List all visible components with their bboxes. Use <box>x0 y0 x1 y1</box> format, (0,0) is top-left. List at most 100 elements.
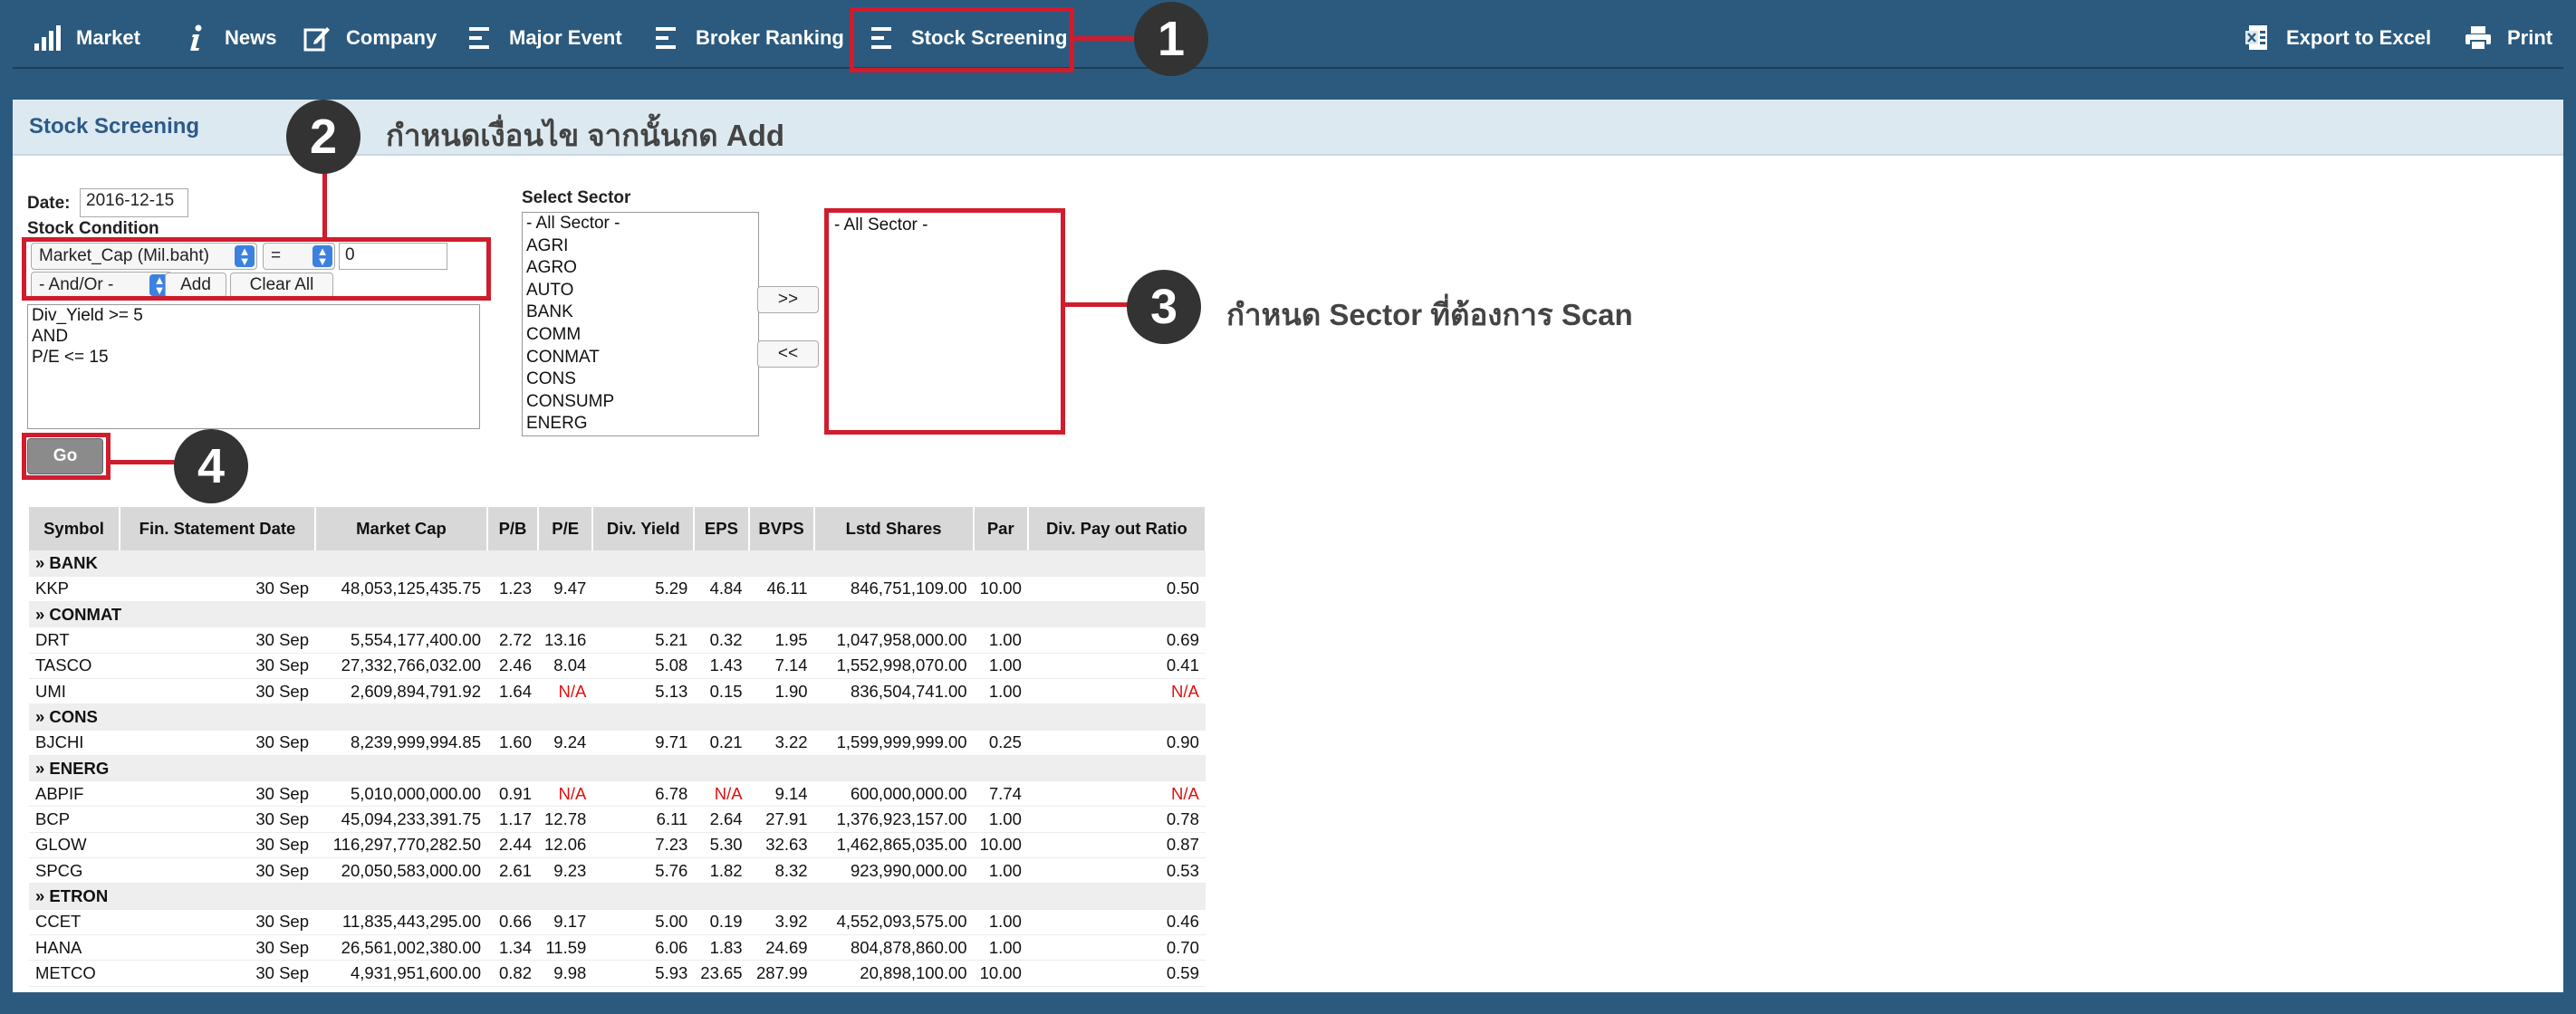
column-header[interactable]: Div. Yield <box>592 507 696 550</box>
sector-option[interactable]: AUTO <box>523 280 758 302</box>
table-cell: 600,000,000.00 <box>813 780 974 808</box>
nav-company-label: Company <box>346 26 437 49</box>
column-header[interactable]: P/B <box>487 507 539 550</box>
column-header[interactable]: Fin. Statement Date <box>120 507 316 550</box>
table-cell: 1.00 <box>973 857 1028 885</box>
table-cell: 0.90 <box>1027 730 1206 756</box>
selected-sector-option[interactable]: - All Sector - <box>829 213 1061 237</box>
table-cell: 0.41 <box>1027 653 1206 679</box>
table-cell: 1.34 <box>487 934 538 961</box>
date-input[interactable]: 2016-12-15 <box>80 188 188 217</box>
callout-1: 1 <box>1134 2 1208 76</box>
printer-icon <box>2464 24 2493 53</box>
sector-group-label: » CONS <box>29 703 1206 731</box>
symbol-cell[interactable]: DRT <box>29 627 120 654</box>
symbol-cell[interactable]: HANA <box>29 934 120 961</box>
sector-option[interactable]: CONSUMP <box>523 391 758 414</box>
highlight-go-button <box>22 433 111 480</box>
table-cell: 1.90 <box>748 678 814 705</box>
column-header[interactable]: Symbol <box>29 507 120 550</box>
symbol-cell[interactable]: CCET <box>29 909 120 935</box>
print-button[interactable]: Print <box>2464 7 2552 69</box>
print-label: Print <box>2507 26 2553 49</box>
table-cell: 9.47 <box>538 576 593 603</box>
table-cell: 30 Sep <box>120 627 315 654</box>
table-cell: 8.04 <box>538 653 593 679</box>
nav-broker-ranking[interactable]: Broker Ranking <box>652 7 844 69</box>
table-cell: 1.95 <box>748 627 814 654</box>
symbol-cell[interactable]: UMI <box>29 678 120 705</box>
sector-listbox[interactable]: - All Sector - AGRI AGRO AUTO BANK COMM … <box>522 212 759 436</box>
sector-option[interactable]: AGRI <box>523 235 758 258</box>
nav-market[interactable]: Market <box>33 7 140 69</box>
column-header[interactable]: EPS <box>694 507 750 550</box>
table-cell: 0.69 <box>1027 627 1206 654</box>
sector-group-row: » CONMAT <box>29 601 1206 628</box>
sector-option[interactable]: BANK <box>523 301 758 324</box>
top-nav: Market News Company Major Event Broker R… <box>13 7 2563 69</box>
callout-connector-2 <box>322 167 327 239</box>
add-sector-button[interactable]: >> <box>757 286 819 313</box>
sector-option[interactable]: - All Sector - <box>523 213 758 235</box>
remove-sector-button[interactable]: << <box>757 340 819 368</box>
column-header[interactable]: Market Cap <box>315 507 488 550</box>
edit-icon <box>303 24 332 53</box>
callout-3: 3 <box>1127 270 1201 344</box>
nav-news[interactable]: News <box>181 7 276 69</box>
selected-sector-listbox[interactable]: - All Sector - <box>824 208 1065 435</box>
sector-option[interactable]: CONS <box>523 368 758 391</box>
symbol-cell[interactable]: SPCG <box>29 857 120 885</box>
sector-option[interactable]: CONMAT <box>523 347 758 369</box>
sector-group-label: » BANK <box>29 550 1206 577</box>
table-cell: 5.30 <box>694 832 749 859</box>
symbol-cell[interactable]: GLOW <box>29 832 120 859</box>
nav-market-label: Market <box>76 26 140 49</box>
column-header[interactable]: Par <box>973 507 1029 550</box>
nav-major-event[interactable]: Major Event <box>466 7 622 69</box>
sector-group-row: » BANK <box>29 550 1206 577</box>
table-cell: 5.00 <box>592 909 695 935</box>
column-header[interactable]: Lstd Shares <box>813 507 975 550</box>
table-cell: 0.70 <box>1027 934 1206 961</box>
symbol-cell[interactable]: METCO <box>29 960 120 987</box>
table-cell: 45,094,233,391.75 <box>315 806 487 833</box>
table-row: SPCG 30 Sep 20,050,583,000.00 2.61 9.23 5.76 1… <box>29 857 1206 885</box>
sector-option[interactable]: COMM <box>523 324 758 347</box>
table-cell: 0.59 <box>1027 960 1206 987</box>
table-cell: 12.06 <box>538 832 593 859</box>
column-header[interactable]: BVPS <box>748 507 815 550</box>
table-cell: 9.14 <box>748 780 814 808</box>
table-cell: 27.91 <box>748 806 814 833</box>
table-cell: 20,898,100.00 <box>813 960 974 987</box>
table-cell: 32.63 <box>748 832 814 859</box>
nav-broker-ranking-label: Broker Ranking <box>696 26 844 49</box>
sector-option[interactable]: AGRO <box>523 257 758 280</box>
table-cell: 27,332,766,032.00 <box>315 653 487 679</box>
table-cell: 10.00 <box>973 576 1028 603</box>
table-cell: 2.61 <box>487 857 538 885</box>
column-header[interactable]: Div. Pay out Ratio <box>1027 507 1206 550</box>
table-cell: 1.00 <box>973 909 1028 935</box>
nav-major-event-label: Major Event <box>509 26 622 49</box>
stock-screening-panel: Stock Screening กำหนดเงื่อนไข จากนั้นกด … <box>13 100 2563 992</box>
symbol-cell[interactable]: ABPIF <box>29 780 120 808</box>
conditions-textarea[interactable]: Div_Yield >= 5 AND P/E <= 15 <box>27 304 480 429</box>
table-cell: 923,990,000.00 <box>813 857 974 885</box>
table-cell: N/A <box>538 780 593 808</box>
table-cell: 10.00 <box>973 960 1028 987</box>
symbol-cell[interactable]: KKP <box>29 576 120 603</box>
sector-option[interactable]: ENERG <box>523 413 758 435</box>
symbol-cell[interactable]: TASCO <box>29 653 120 679</box>
column-header[interactable]: P/E <box>538 507 594 550</box>
table-cell: 1,552,998,070.00 <box>813 653 974 679</box>
table-cell: 26,561,002,380.00 <box>315 934 487 961</box>
table-cell: 2.64 <box>694 806 749 833</box>
table-row: CCET 30 Sep 11,835,443,295.00 0.66 9.17 5.00 0… <box>29 909 1206 935</box>
symbol-cell[interactable]: BCP <box>29 806 120 833</box>
table-cell: 1,462,865,035.00 <box>813 832 974 859</box>
table-cell: 30 Sep <box>120 857 315 885</box>
nav-company[interactable]: Company <box>303 7 437 69</box>
sector-group-row: » ETRON <box>29 883 1206 910</box>
export-excel-button[interactable]: Export to Excel <box>2243 7 2431 69</box>
symbol-cell[interactable]: BJCHI <box>29 730 120 756</box>
